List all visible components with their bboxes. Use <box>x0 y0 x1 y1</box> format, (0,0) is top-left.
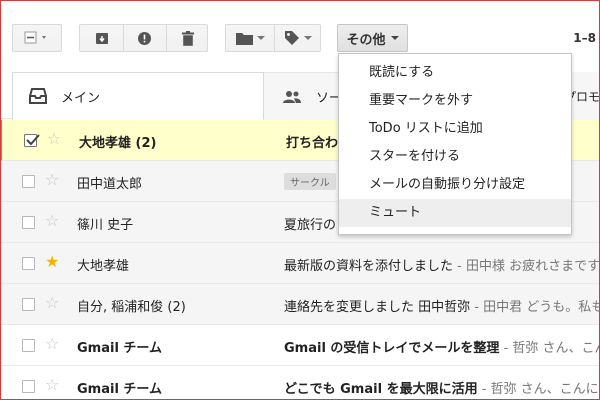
more-button[interactable]: その他 <box>337 24 408 52</box>
inbox-tray-icon <box>29 88 47 104</box>
sender-name: 自分, 稲浦和俊 (2) <box>77 300 186 315</box>
chevron-down-icon <box>304 36 312 40</box>
snippet-text: - 田中君 どうも。私も <box>470 300 600 315</box>
chevron-down-icon <box>256 36 265 40</box>
message-preview: 連絡先を変更しました 田中哲弥 - 田中君 どうも。私も <box>284 296 600 315</box>
page-count: 1–8 <box>573 31 596 45</box>
snippet-text: - 哲弥 さん、こんにちは <box>481 382 600 397</box>
sender-name: 田中道太郎 <box>77 177 143 192</box>
archive-button[interactable] <box>80 25 123 51</box>
sender-name: 大地孝雄 (2) <box>79 136 157 151</box>
row-checkbox[interactable] <box>22 298 35 311</box>
row-checkbox[interactable] <box>22 216 35 229</box>
star-icon[interactable]: ☆ <box>45 377 59 393</box>
subject-text: 夏旅行の <box>284 218 337 233</box>
label-chip[interactable]: サークル <box>284 173 336 190</box>
people-icon <box>283 90 301 103</box>
star-icon[interactable]: ☆ <box>45 295 59 311</box>
checkmark-icon <box>26 134 40 146</box>
message-preview: 最新版の資料を添付しました - 田中様 お疲れさまです <box>284 255 600 274</box>
report-spam-button[interactable] <box>123 25 166 51</box>
trash-icon <box>181 30 194 46</box>
row-checkbox[interactable] <box>22 339 35 352</box>
sender-name: 篠川 史子 <box>77 218 134 233</box>
subject-text: Gmail の受信トレイでメールを整理 <box>284 341 500 356</box>
subject-text: どこでも Gmail を最大限に活用 <box>284 382 478 397</box>
star-icon[interactable]: ☆ <box>45 213 59 229</box>
row-checkbox[interactable] <box>24 134 40 147</box>
table-row[interactable]: ☆ Gmail チーム Gmail の受信トレイでメールを整理 - 哲弥 さん、こん… <box>0 325 600 366</box>
sender-name: Gmail チーム <box>77 382 163 397</box>
sender-name: Gmail チーム <box>77 341 163 356</box>
message-preview: どこでも Gmail を最大限に活用 - 哲弥 さん、こんにちは <box>284 378 600 397</box>
report-spam-icon <box>138 31 151 45</box>
table-row[interactable]: ☆ Gmail チーム どこでも Gmail を最大限に活用 - 哲弥 さん、こんに… <box>0 366 600 400</box>
labels-button[interactable] <box>274 25 322 51</box>
chevron-down-icon <box>390 36 399 40</box>
tab-primary-label: メイン <box>61 90 101 106</box>
label-tag-icon <box>285 31 299 45</box>
action-button-group <box>79 24 208 52</box>
row-checkbox[interactable] <box>22 380 35 393</box>
folder-move-icon <box>235 32 253 45</box>
subject-text: 連絡先を変更しました 田中哲弥 <box>284 300 471 315</box>
delete-button[interactable] <box>166 25 209 51</box>
row-checkbox[interactable] <box>22 175 35 188</box>
menu-item-mark-read[interactable]: 既読にする <box>339 59 571 87</box>
menu-item-filter-messages[interactable]: メールの自動振り分け設定 <box>339 171 571 199</box>
checkbox-select-icon <box>24 31 46 44</box>
row-checkbox[interactable] <box>22 257 35 270</box>
menu-item-mark-not-important[interactable]: 重要マークを外す <box>339 87 571 115</box>
snippet-text: - 哲弥 さん、こんにち <box>503 341 600 356</box>
move-to-button[interactable] <box>226 25 274 51</box>
more-button-label: その他 <box>346 32 386 48</box>
more-actions-menu: 既読にする 重要マークを外す ToDo リストに追加 スターを付ける メールの自… <box>338 53 572 235</box>
message-preview: Gmail の受信トレイでメールを整理 - 哲弥 さん、こんにち <box>284 337 600 356</box>
archive-icon <box>95 33 108 44</box>
tab-primary[interactable]: メイン <box>12 72 264 120</box>
table-row[interactable]: ★ 大地孝雄 最新版の資料を添付しました - 田中様 お疲れさまです <box>0 243 600 284</box>
subject-text: 最新版の資料を添付しました <box>284 259 454 274</box>
menu-item-add-to-tasks[interactable]: ToDo リストに追加 <box>339 115 571 143</box>
menu-item-add-star[interactable]: スターを付ける <box>339 143 571 171</box>
star-icon[interactable]: ☆ <box>45 336 59 352</box>
star-icon[interactable]: ☆ <box>47 131 61 147</box>
select-all-button[interactable] <box>12 24 62 52</box>
menu-item-mute[interactable]: ミュート <box>339 199 571 227</box>
star-icon[interactable]: ☆ <box>45 172 59 188</box>
snippet-text: - 田中様 お疲れさまです <box>453 259 600 274</box>
sender-name: 大地孝雄 <box>77 259 130 274</box>
table-row[interactable]: ☆ 自分, 稲浦和俊 (2) 連絡先を変更しました 田中哲弥 - 田中君 どうも。私… <box>0 284 600 325</box>
move-label-group <box>225 24 321 52</box>
star-icon[interactable]: ★ <box>45 254 59 270</box>
